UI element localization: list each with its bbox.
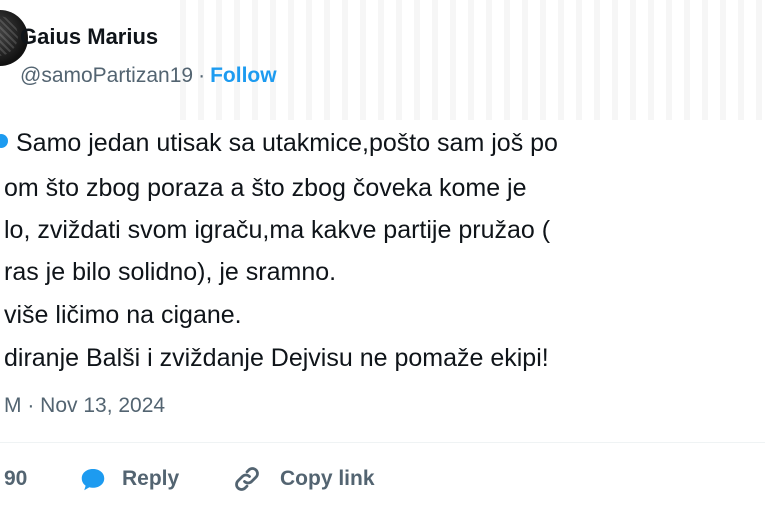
- thread-marker-icon: [0, 134, 8, 148]
- copy-link-button[interactable]: Copy link: [232, 462, 375, 496]
- speech-bubble-icon: [81, 469, 105, 491]
- tweet-text-line: više ličimo na cigane.: [4, 301, 242, 329]
- tweet-timestamp[interactable]: M · Nov 13, 2024: [4, 394, 165, 418]
- link-icon: [235, 467, 259, 491]
- background-watermark: [180, 0, 765, 120]
- reply-button[interactable]: Reply: [78, 462, 179, 496]
- tweet-card: Gaius Marius @samoPartizan19 · Follow Samo…: [0, 0, 765, 510]
- like-count[interactable]: 90: [4, 462, 27, 496]
- tweet-text-line: ras je bilo solidno), je sramno.: [4, 258, 337, 286]
- handle-row: @samoPartizan19 · Follow: [20, 64, 277, 88]
- author-handle[interactable]: @samoPartizan19: [20, 64, 193, 87]
- reply-label: Reply: [122, 467, 180, 490]
- tweet-text-line: Samo jedan utisak sa utakmice,pošto sam …: [16, 129, 558, 157]
- follow-button[interactable]: Follow: [210, 64, 277, 87]
- copy-link-label: Copy link: [280, 467, 375, 490]
- author-name[interactable]: Gaius Marius: [20, 24, 158, 50]
- divider: [0, 442, 765, 443]
- action-bar: 90 Reply Copy link: [0, 462, 765, 496]
- separator-dot: ·: [198, 64, 206, 87]
- tweet-text-line: om što zbog poraza a što zbog čoveka kom…: [4, 174, 527, 202]
- tweet-text-line: diranje Balši i zviždanje Dejvisu ne pom…: [4, 344, 549, 372]
- tweet-text-line: lo, zviždati svom igraču,ma kakve partij…: [4, 216, 551, 244]
